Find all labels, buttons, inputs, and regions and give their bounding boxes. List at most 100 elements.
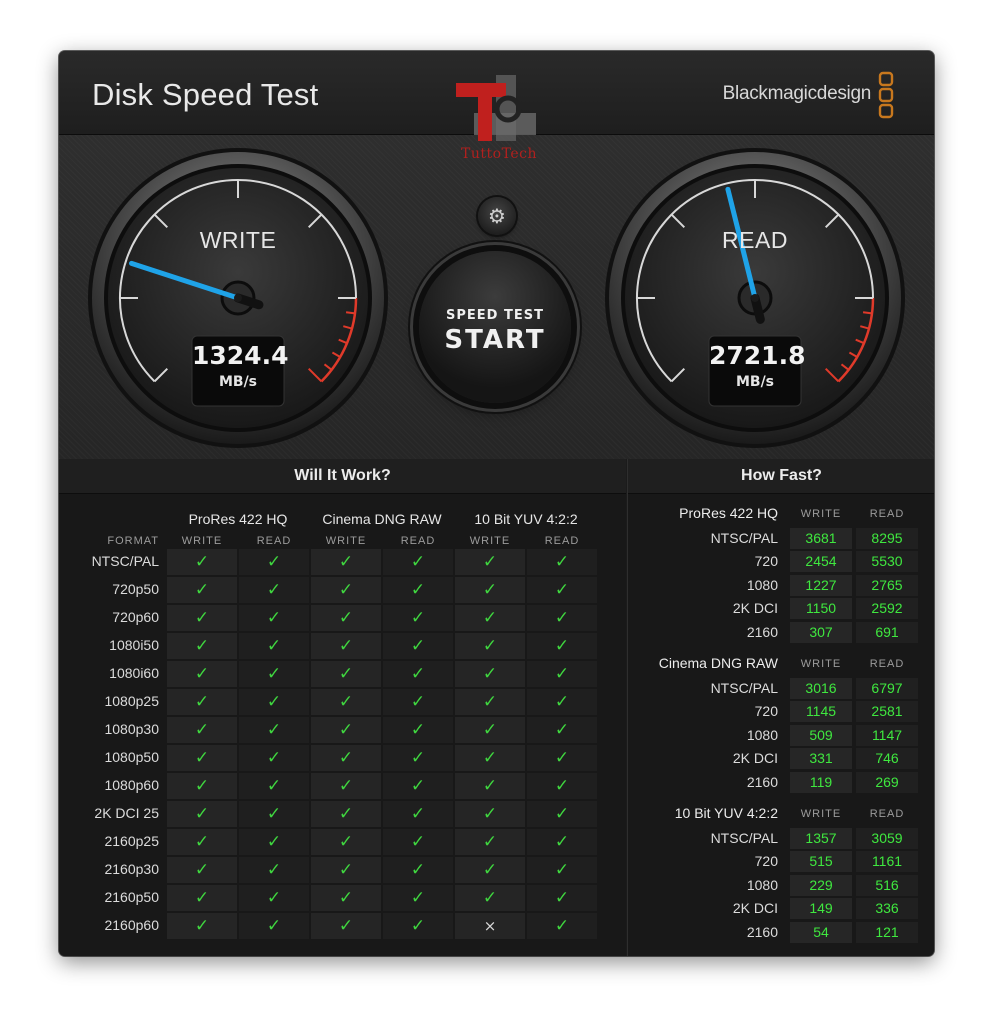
brand-name: Blackmagicdesign [722,83,872,104]
checkmark-glyph: ✓ [194,860,210,880]
check-icon: ✓ [383,689,453,715]
checkmark-glyph: ✓ [554,552,570,572]
check-icon: ✓ [527,885,597,911]
checkmark-glyph: ✓ [410,748,426,768]
checkmark-glyph: ✓ [482,720,498,740]
checkmark-glyph: ✓ [338,720,354,740]
check-icon: ✓ [239,913,309,939]
check-icon: ✓ [383,913,453,939]
check-icon: ✓ [311,577,381,603]
format-label: 1080p25 [104,693,159,709]
checkmark-glyph: ✓ [194,636,210,656]
write-speed-value: 307 [790,621,852,643]
write-readout: 1324.4 MB/s [192,336,288,406]
checkmark-glyph: ✓ [554,608,570,628]
check-icon: ✓ [167,605,237,631]
check-icon: ✓ [167,689,237,715]
check-icon: ✓ [455,773,525,799]
format-label: 1080 [746,576,778,593]
write-speed-value: 2454 [790,551,852,573]
check-icon: ✓ [239,549,309,575]
format-label: 2K DCI [732,900,778,917]
check-icon: ✓ [239,857,309,883]
check-icon: ✓ [455,577,525,603]
codec-header: Cinema DNG RAW [322,511,442,527]
read-speed-value: 5530 [856,551,918,573]
start-button[interactable]: SPEED TEST START [419,251,571,403]
check-icon: ✓ [527,773,597,799]
checkmark-glyph: ✓ [554,636,570,656]
codec-group-header: 10 Bit YUV 4:2:2 [674,805,778,821]
checkmark-glyph: ✓ [482,804,498,824]
write-speed-value: 3016 [790,678,852,699]
checkmark-glyph: ✓ [482,832,498,852]
write-speed-value: 1150 [790,598,852,620]
check-icon: ✓ [527,577,597,603]
check-icon: ✓ [455,549,525,575]
checkmark-glyph: ✓ [266,748,282,768]
checkmark-glyph: ✓ [554,832,570,852]
checkmark-glyph: ✓ [410,776,426,796]
settings-button[interactable]: ⚙ [478,197,516,235]
app-title: Disk Speed Test [92,77,319,112]
checkmark-glyph: ✓ [194,804,210,824]
check-icon: ✓ [455,661,525,687]
check-icon: ✓ [167,773,237,799]
checkmark-glyph: ✓ [194,888,210,908]
checkmark-glyph: ✓ [194,608,210,628]
check-icon: ✓ [239,689,309,715]
read-speed-value: 1147 [856,724,918,746]
format-label: 2K DCI 25 [94,805,159,821]
checkmark-glyph: ✓ [266,636,282,656]
format-column-header: FORMAT [107,535,159,547]
tuttotech-logo-icon [456,75,536,141]
read-needle-cap [751,294,759,302]
write-subheader: WRITE [800,808,842,820]
read-gauge-label: READ [722,227,788,253]
format-label: 1080i60 [109,665,159,681]
format-label: 2160 [746,923,778,940]
read-speed-value: 2765 [856,574,918,596]
checkmark-glyph: ✓ [482,888,498,908]
write-redline-tick [345,311,356,315]
codec-header: ProRes 422 HQ [188,511,288,527]
read-speed-value: 336 [856,898,918,920]
check-icon: ✓ [167,913,237,939]
checkmark-glyph: ✓ [554,888,570,908]
checkmark-glyph: ✓ [194,664,210,684]
checkmark-glyph: ✓ [266,832,282,852]
check-icon: ✓ [383,717,453,743]
checkmark-glyph: ✓ [194,748,210,768]
check-icon: ✓ [383,577,453,603]
checkmark-glyph: ✓ [338,804,354,824]
format-label: 1080p50 [104,749,159,765]
read-redline-tick [862,311,873,315]
checkmark-glyph: ✓ [338,580,354,600]
check-icon: ✓ [455,605,525,631]
checkmark-glyph: ✓ [554,664,570,684]
checkmark-glyph: ✓ [410,664,426,684]
check-icon: ✓ [527,605,597,631]
how-fast-title: How Fast? [628,459,934,494]
read-speed-value: 2592 [856,598,918,620]
read-subheader: READ [400,535,436,547]
write-subheader: WRITE [469,535,511,547]
checkmark-glyph: ✓ [266,580,282,600]
check-icon: ✓ [455,633,525,659]
check-icon: ✓ [239,801,309,827]
write-gauge-label: WRITE [199,227,277,253]
check-icon: ✓ [239,773,309,799]
write-gauge: WRITE 1324.4 MB/s [87,147,389,449]
disk-speed-test-window: × Disk Speed Test Blackmagicdesign Tutto… [59,51,934,956]
will-it-work-title: Will It Work? [59,459,626,494]
tuttotech-watermark: TuttoTech [454,73,544,165]
checkmark-glyph: ✓ [482,664,498,684]
format-label: 2160p50 [104,889,159,905]
checkmark-glyph: ✓ [482,776,498,796]
check-icon: ✓ [527,549,597,575]
check-icon: ✓ [311,885,381,911]
check-icon: ✓ [455,689,525,715]
checkmark-glyph: ✓ [554,776,570,796]
checkmark-glyph: ✓ [410,608,426,628]
write-subheader: WRITE [800,658,842,670]
